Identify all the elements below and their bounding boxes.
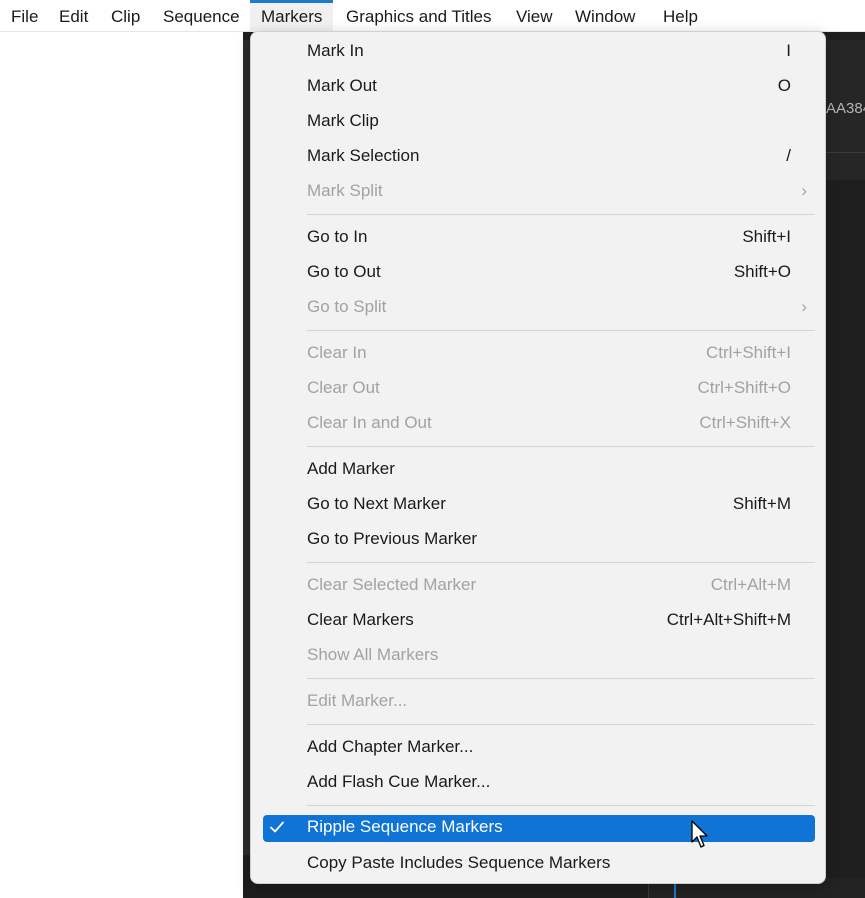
menu-edit[interactable]: Edit [59,0,88,32]
menu-markers-accent [250,0,334,3]
menu-item-label: Clear Out [307,378,380,397]
menu-item-clear-in-and-out[interactable]: Clear In and Out Ctrl+Shift+X [263,411,815,438]
menu-item-go-to-previous-marker[interactable]: Go to Previous Marker [263,527,815,554]
menu-item-mark-clip[interactable]: Mark Clip [263,109,815,136]
menu-item-label: Mark Clip [307,111,379,130]
checkmark-icon [270,821,284,833]
menu-graphics-and-titles[interactable]: Graphics and Titles [346,0,492,32]
submenu-arrow-icon: › [801,297,807,316]
menu-separator [307,446,815,447]
menu-item-label: Clear In [307,343,367,362]
background-text-fragment: AA384 [826,100,865,117]
menu-item-label: Clear Markers [307,610,414,629]
menu-sequence[interactable]: Sequence [163,0,240,32]
menu-item-shortcut: Ctrl+Shift+O [697,378,791,397]
menu-item-mark-split[interactable]: Mark Split › [263,179,815,206]
menu-bar: File Edit Clip Sequence Markers Graphics… [0,0,865,32]
menu-item-clear-markers[interactable]: Clear Markers Ctrl+Alt+Shift+M [263,608,815,635]
menu-item-shortcut: Ctrl+Shift+I [705,343,791,362]
menu-item-shortcut: Ctrl+Alt+M [710,575,791,594]
menu-item-mark-out[interactable]: Mark Out O [263,74,815,101]
menu-file[interactable]: File [11,0,38,32]
menu-item-label: Mark Split [307,181,383,200]
menu-item-label: Go to Out [307,262,381,281]
menu-item-label: Add Chapter Marker... [307,737,474,756]
menu-view[interactable]: View [516,0,553,32]
menu-item-copy-paste-includes-sequence-markers[interactable]: Copy Paste Includes Sequence Markers [263,851,815,878]
menu-item-clear-selected-marker[interactable]: Clear Selected Marker Ctrl+Alt+M [263,573,815,600]
menu-item-label: Go to In [307,227,368,246]
menu-markers-label: Markers [261,7,323,26]
menu-item-ripple-sequence-markers[interactable]: Ripple Sequence Markers [263,815,815,842]
menu-item-shortcut: / [786,146,791,165]
menu-separator [307,214,815,215]
menu-item-clear-in[interactable]: Clear In Ctrl+Shift+I [263,341,815,368]
menu-item-go-to-next-marker[interactable]: Go to Next Marker Shift+M [263,492,815,519]
menu-item-shortcut: I [786,41,791,60]
markers-dropdown-menu: Mark In I Mark Out O Mark Clip Mark Sele… [250,31,826,884]
menu-item-show-all-markers[interactable]: Show All Markers [263,643,815,670]
menu-item-go-to-split[interactable]: Go to Split › [263,295,815,322]
menu-item-edit-marker[interactable]: Edit Marker... [263,689,815,716]
menu-item-label: Go to Next Marker [307,494,446,513]
menu-separator [307,805,815,806]
menu-item-shortcut: Shift+I [742,227,791,246]
menu-item-label: Clear In and Out [307,413,432,432]
menu-item-label: Show All Markers [307,645,439,664]
menu-clip[interactable]: Clip [111,0,140,32]
menu-markers[interactable]: Markers [250,0,334,32]
menu-item-label: Copy Paste Includes Sequence Markers [307,853,611,872]
menu-item-go-to-in[interactable]: Go to In Shift+I [263,225,815,252]
menu-item-label: Add Marker [307,459,395,478]
menu-item-label: Go to Split [307,297,387,316]
menu-item-label: Add Flash Cue Marker... [307,772,491,791]
menu-help[interactable]: Help [663,0,698,32]
menu-window[interactable]: Window [575,0,635,32]
menu-item-label: Mark Selection [307,146,420,165]
menu-item-shortcut: Ctrl+Shift+X [699,413,791,432]
menu-item-add-chapter-marker[interactable]: Add Chapter Marker... [263,735,815,762]
menu-item-label: Go to Previous Marker [307,529,478,548]
menu-item-shortcut: Shift+O [733,262,791,281]
menu-item-shortcut: Ctrl+Alt+Shift+M [666,610,791,629]
menu-separator [307,724,815,725]
menu-item-label: Edit Marker... [307,691,408,710]
menu-item-mark-selection[interactable]: Mark Selection / [263,144,815,171]
menu-item-mark-in[interactable]: Mark In I [263,39,815,66]
menu-item-label: Ripple Sequence Markers [307,817,503,836]
menu-item-clear-out[interactable]: Clear Out Ctrl+Shift+O [263,376,815,403]
mouse-cursor-icon [691,820,708,848]
menu-item-label: Mark In [307,41,364,60]
menu-separator [307,562,815,563]
menu-separator [307,330,815,331]
menu-separator [307,678,815,679]
menu-item-label: Clear Selected Marker [307,575,477,594]
left-blank-area [0,32,243,898]
menu-item-go-to-out[interactable]: Go to Out Shift+O [263,260,815,287]
app-divider [826,152,865,153]
menu-item-shortcut: O [777,76,791,95]
menu-item-add-marker[interactable]: Add Marker [263,457,815,484]
submenu-arrow-icon: › [801,181,807,200]
menu-item-add-flash-cue-marker[interactable]: Add Flash Cue Marker... [263,770,815,797]
menu-item-shortcut: Shift+M [732,494,791,513]
menu-item-label: Mark Out [307,76,377,95]
